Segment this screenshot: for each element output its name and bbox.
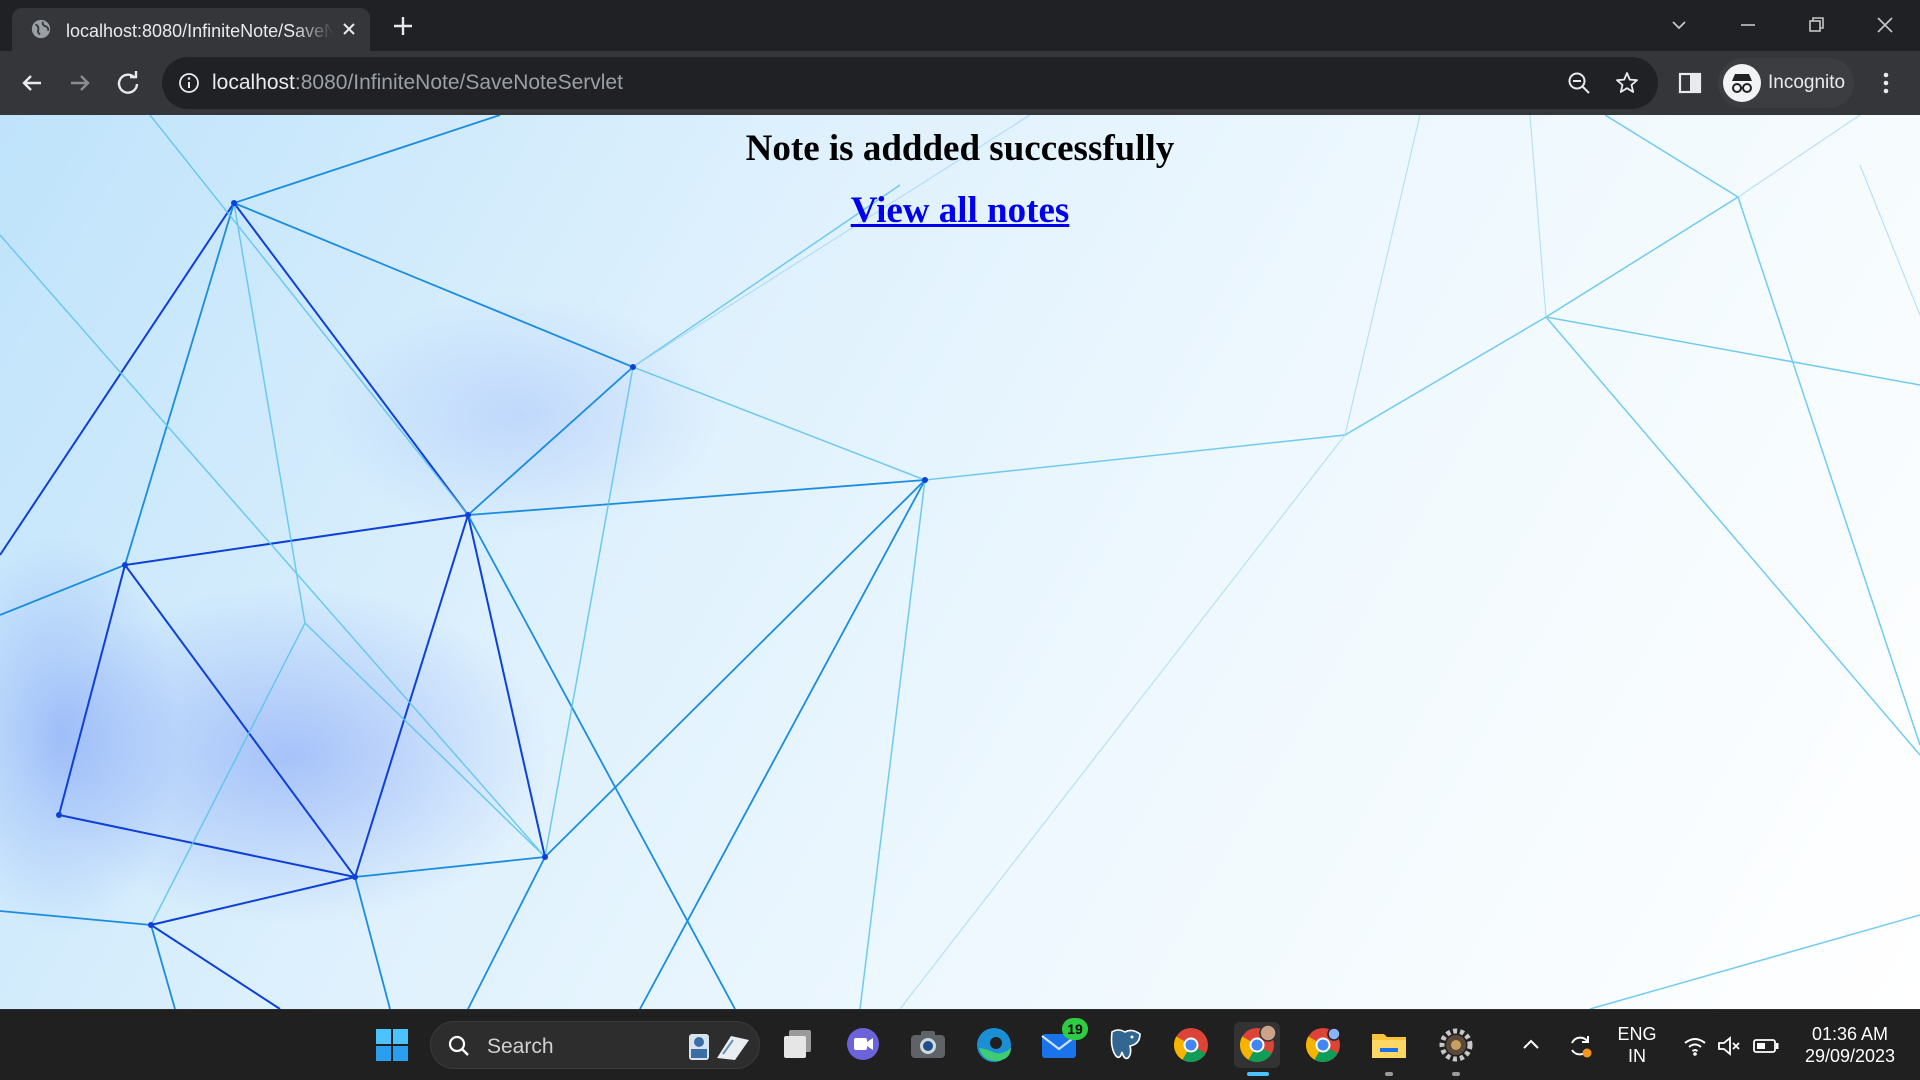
chrome-profile-icon — [1240, 1024, 1277, 1062]
chrome-alt-button[interactable] — [1300, 1022, 1346, 1068]
sync-icon[interactable] — [1566, 1032, 1594, 1060]
url-path: :8080/InfiniteNote/SaveNoteServlet — [294, 71, 623, 94]
bookmark-star-icon[interactable] — [1614, 70, 1640, 96]
page-heading: Note is addded successfully — [745, 128, 1175, 169]
taskbar-search[interactable]: Search — [430, 1021, 760, 1069]
edge-button[interactable] — [971, 1022, 1017, 1068]
network-background-image — [0, 115, 1920, 1009]
incognito-icon — [1723, 64, 1761, 102]
mail-badge: 19 — [1062, 1018, 1088, 1040]
teams-chat-button[interactable] — [840, 1022, 886, 1068]
running-app-indicator — [1452, 1072, 1460, 1076]
clock[interactable]: 01:36 AM 29/09/2023 — [1794, 1023, 1906, 1067]
zoom-out-icon[interactable] — [1566, 70, 1592, 96]
language-code: ENG — [1617, 1024, 1657, 1044]
forward-arrow-icon[interactable] — [64, 67, 96, 99]
incognito-label: Incognito — [1768, 72, 1846, 93]
side-panel-icon[interactable] — [1676, 69, 1704, 97]
tab-title: localhost:8080/InfiniteNote/SaveNoteServ… — [66, 21, 334, 41]
camera-icon — [911, 1031, 945, 1058]
tab-search-chevron-icon[interactable] — [1664, 10, 1694, 40]
clock-date: 29/09/2023 — [1804, 1046, 1896, 1066]
volume-muted-icon[interactable] — [1716, 1034, 1742, 1058]
running-app-indicator — [1385, 1072, 1393, 1076]
search-highlight-icon — [689, 1034, 749, 1060]
task-view-icon — [784, 1030, 811, 1058]
start-button[interactable] — [369, 1022, 415, 1068]
mail-button[interactable]: 19 — [1036, 1018, 1088, 1068]
url-host: localhost — [212, 71, 295, 94]
region-code: IN — [1628, 1046, 1646, 1066]
search-icon — [448, 1035, 469, 1056]
file-explorer-button[interactable] — [1366, 1022, 1412, 1076]
view-all-notes-link-wrap: View all notes — [0, 189, 1920, 232]
chrome-button[interactable] — [1168, 1022, 1214, 1068]
file-explorer-icon — [1372, 1034, 1406, 1058]
globe-icon — [31, 19, 51, 39]
browser-toolbar: localhost:8080/InfiniteNote/SaveNoteServ… — [0, 51, 1920, 115]
url-text: localhost:8080/InfiniteNote/SaveNoteServ… — [212, 71, 623, 95]
kebab-menu-icon[interactable] — [1876, 69, 1896, 97]
back-arrow-icon[interactable] — [16, 67, 48, 99]
task-view-button[interactable] — [775, 1022, 821, 1068]
close-window-icon[interactable] — [1870, 10, 1900, 40]
view-all-notes-link[interactable]: View all notes — [851, 190, 1070, 231]
chrome-alt-icon — [1306, 1027, 1341, 1062]
active-app-indicator — [1247, 1072, 1269, 1076]
settings-button[interactable] — [1433, 1022, 1479, 1076]
search-label: Search — [487, 1035, 554, 1058]
chrome-icon — [1174, 1028, 1208, 1062]
restore-icon[interactable] — [1801, 10, 1831, 40]
tab-close-icon[interactable] — [339, 19, 359, 39]
chevron-up-icon[interactable] — [1520, 1034, 1542, 1056]
battery-icon[interactable] — [1752, 1034, 1780, 1058]
address-bar[interactable]: localhost:8080/InfiniteNote/SaveNoteServ… — [162, 57, 1658, 109]
start-icon — [376, 1029, 408, 1061]
wifi-icon[interactable] — [1682, 1034, 1708, 1058]
postgres-button[interactable] — [1102, 1022, 1148, 1068]
site-info-icon[interactable] — [178, 72, 200, 94]
clock-time: 01:36 AM — [1811, 1024, 1889, 1044]
teams-chat-icon — [847, 1028, 879, 1060]
incognito-profile-button[interactable]: Incognito — [1718, 58, 1854, 108]
page-viewport: Note is addded successfully View all not… — [0, 115, 1920, 1009]
taskbar: Search 19 ENG IN 01:36 AM 29/09/2023 — [0, 1009, 1920, 1080]
edge-icon — [977, 1028, 1011, 1062]
language-indicator[interactable]: ENG IN — [1612, 1023, 1662, 1067]
reload-icon[interactable] — [112, 67, 144, 99]
postgres-icon — [1110, 1029, 1141, 1060]
minimize-icon[interactable] — [1733, 10, 1763, 40]
tab-strip: localhost:8080/InfiniteNote/SaveNoteServ… — [0, 0, 1920, 51]
new-tab-icon[interactable] — [390, 13, 416, 39]
camera-button[interactable] — [905, 1022, 951, 1068]
settings-gear-icon — [1439, 1028, 1473, 1062]
browser-tab[interactable]: localhost:8080/InfiniteNote/SaveNoteServ… — [12, 8, 370, 51]
chrome-profile-button[interactable] — [1234, 1022, 1280, 1076]
